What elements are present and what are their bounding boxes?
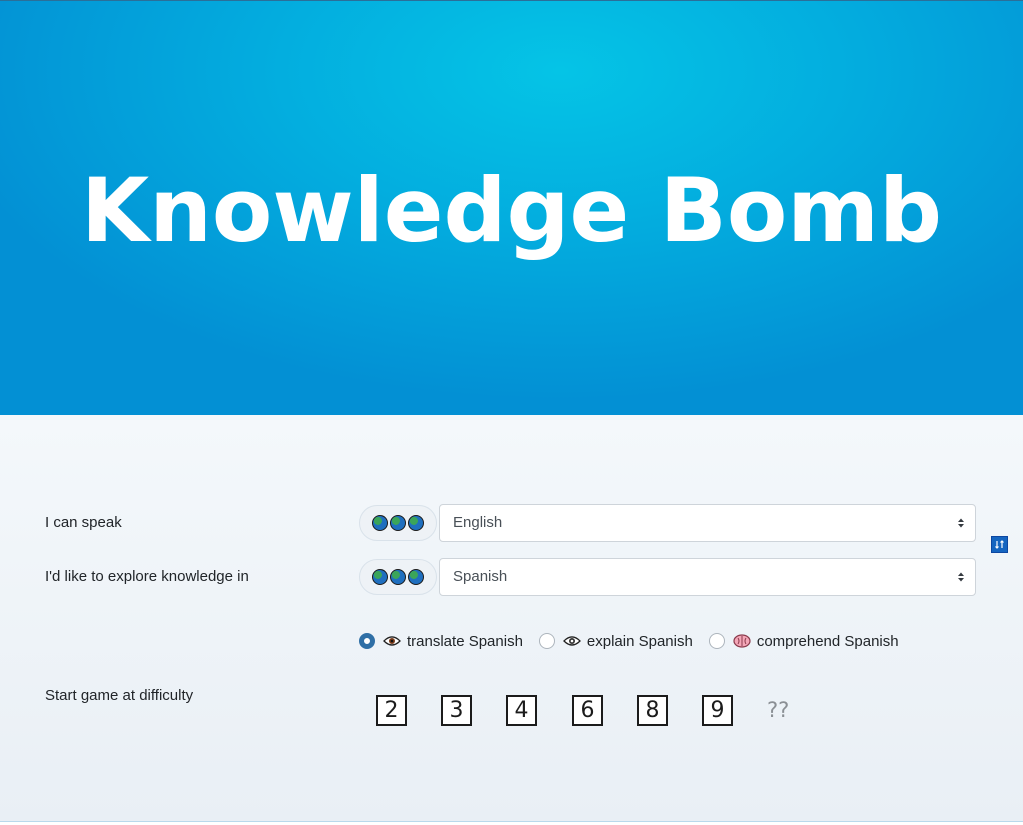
page-title: Knowledge Bomb	[81, 159, 942, 262]
explore-language-select[interactable]: Spanish	[439, 558, 976, 596]
difficulty-3-button[interactable]: 3	[441, 695, 472, 726]
radio-explain[interactable]	[538, 633, 555, 649]
explore-globes	[359, 559, 437, 595]
speak-language-select[interactable]: English	[439, 504, 976, 542]
eye-speech-icon	[562, 636, 581, 646]
speak-globes	[359, 505, 437, 541]
mode-radio-group: translate Spanish explain Spanish compre…	[359, 630, 915, 652]
mode-explain-label: explain Spanish	[586, 632, 693, 650]
select-caret-icon	[958, 518, 964, 528]
swap-languages-button[interactable]	[991, 536, 1008, 553]
swap-icon	[995, 540, 1004, 549]
explore-label: I'd like to explore knowledge in	[45, 568, 249, 585]
brain-icon	[733, 634, 751, 648]
speak-label: I can speak	[45, 514, 122, 531]
difficulty-9-button[interactable]: 9	[702, 695, 733, 726]
globe-icon	[408, 569, 424, 585]
radio-comprehend[interactable]	[708, 633, 725, 649]
difficulty-unknown-button[interactable]: ??	[767, 698, 789, 722]
difficulty-6-button[interactable]: 6	[572, 695, 603, 726]
globe-icon	[372, 569, 388, 585]
mode-comprehend-label: comprehend Spanish	[756, 632, 899, 650]
difficulty-2-button[interactable]: 2	[376, 695, 407, 726]
mode-option-explain[interactable]: explain Spanish	[538, 632, 693, 650]
eye-icon	[383, 636, 401, 646]
difficulty-4-button[interactable]: 4	[506, 695, 537, 726]
difficulty-label: Start game at difficulty	[45, 687, 194, 704]
settings-panel	[0, 415, 1023, 822]
mode-option-comprehend[interactable]: comprehend Spanish	[708, 632, 899, 650]
globe-icon	[372, 515, 388, 531]
globe-icon	[390, 515, 406, 531]
globe-icon	[390, 569, 406, 585]
explore-language-value: Spanish	[453, 568, 508, 585]
radio-translate[interactable]	[359, 633, 375, 649]
select-caret-icon	[958, 572, 964, 582]
mode-option-translate[interactable]: translate Spanish	[359, 633, 523, 650]
mode-translate-label: translate Spanish	[407, 632, 523, 650]
hero-banner: Knowledge Bomb	[0, 0, 1023, 415]
globe-icon	[408, 515, 424, 531]
speak-language-value: English	[453, 514, 503, 531]
difficulty-8-button[interactable]: 8	[637, 695, 668, 726]
